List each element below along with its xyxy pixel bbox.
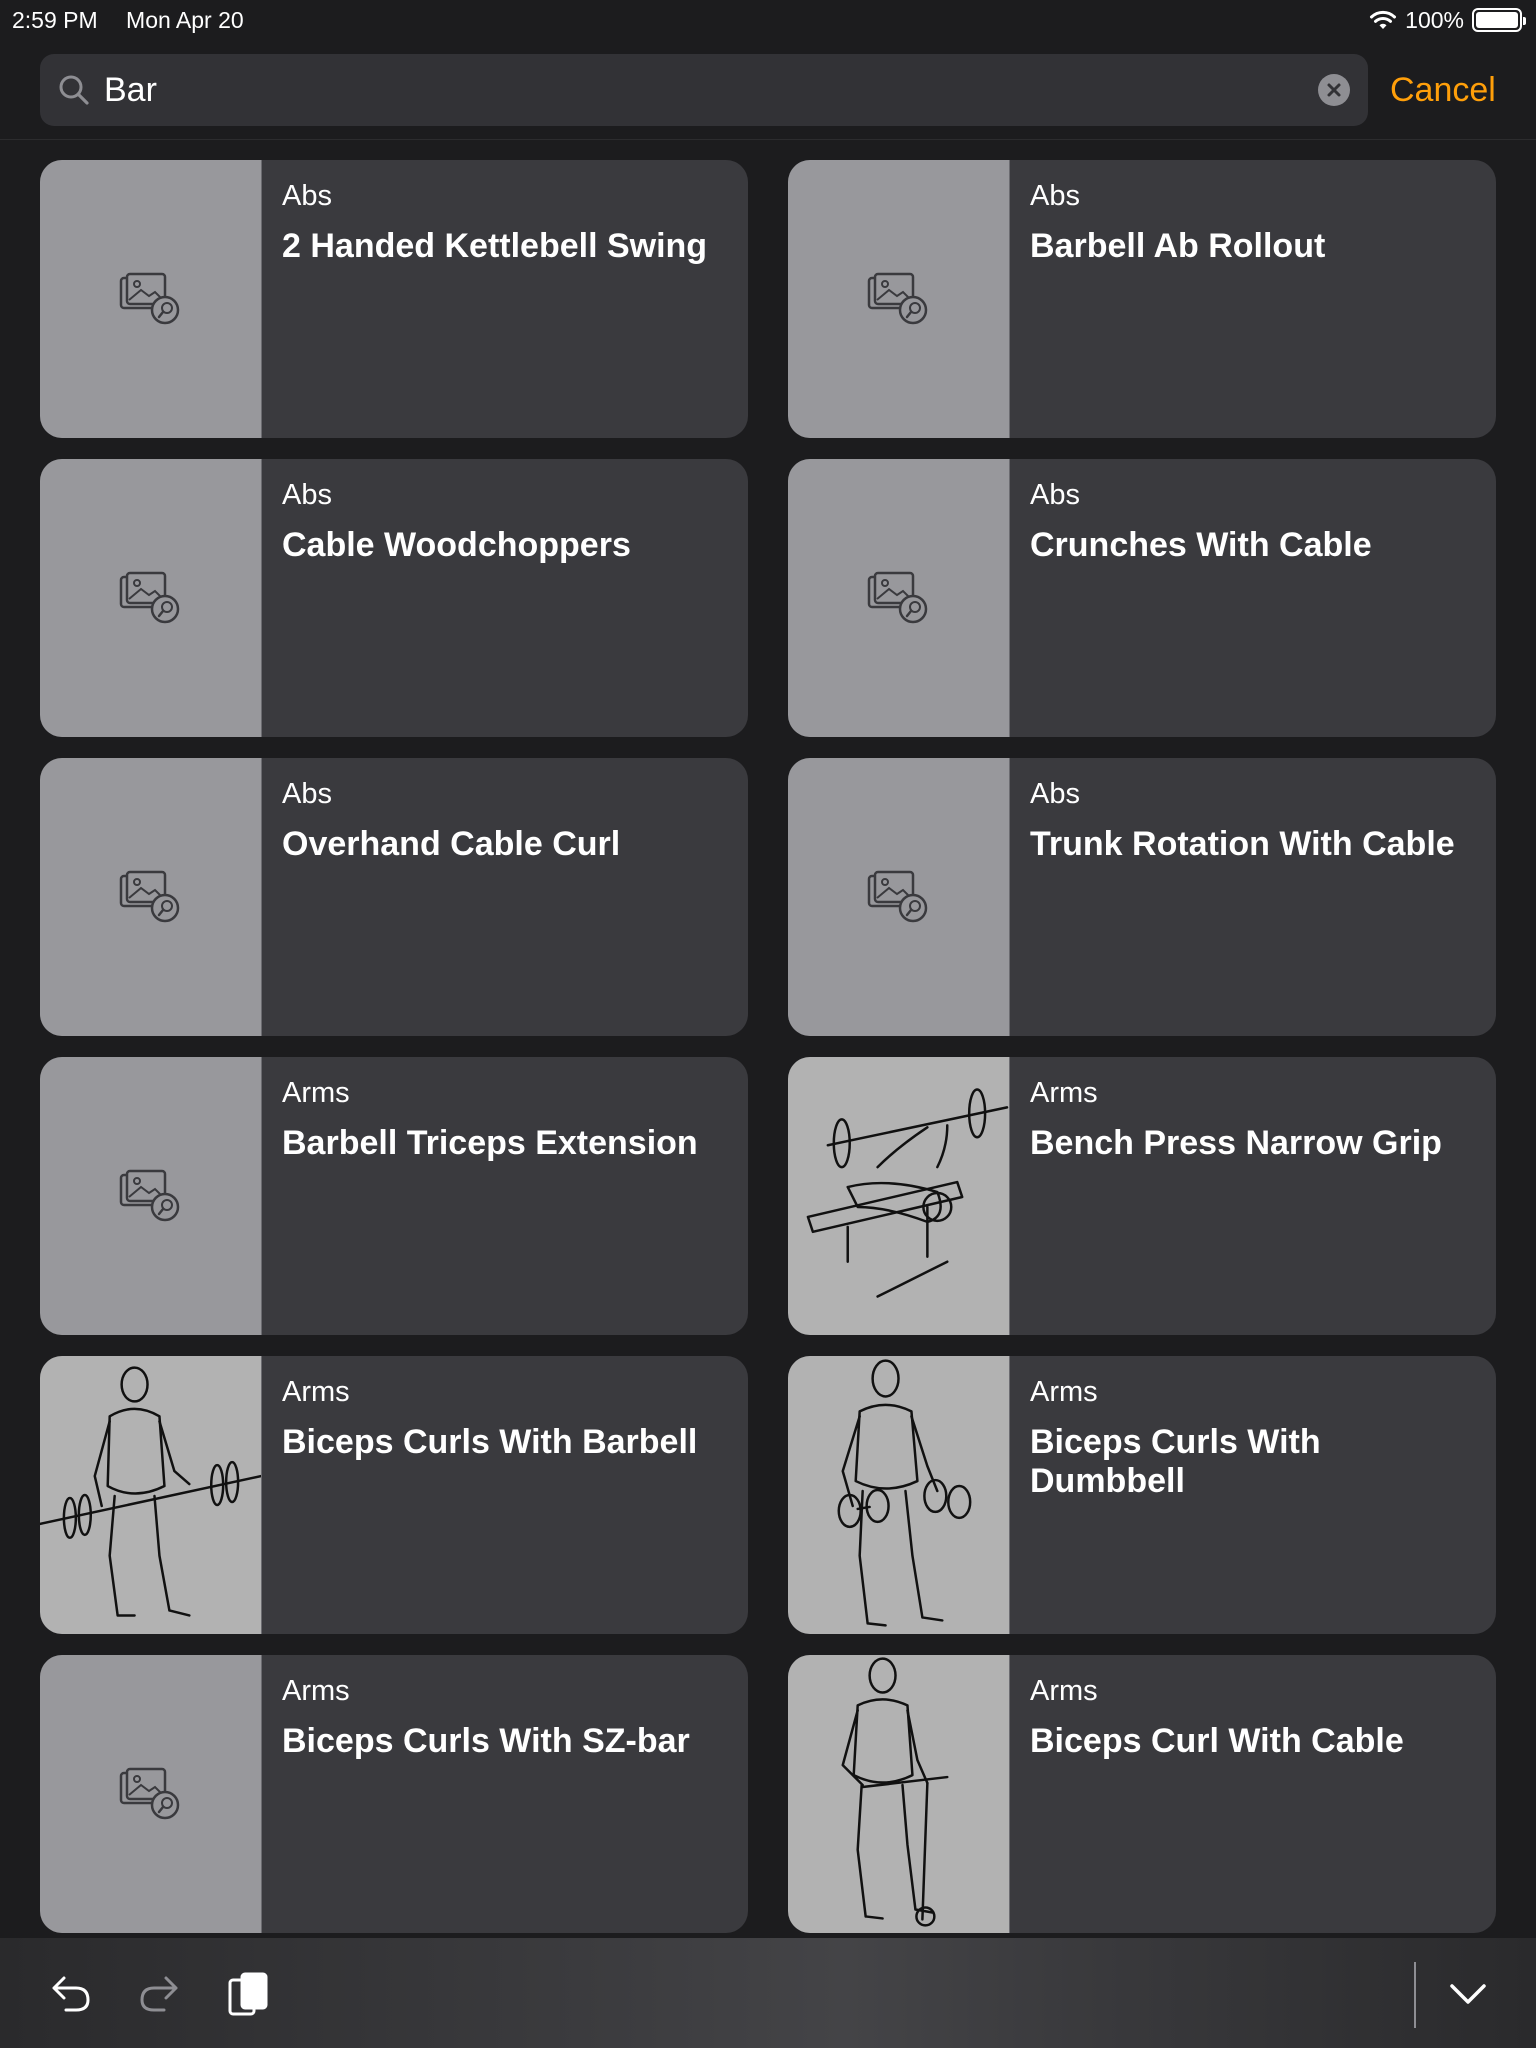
search-icon	[59, 75, 89, 105]
undo-icon	[52, 1976, 90, 2012]
exercise-thumbnail	[40, 160, 262, 438]
paste-button[interactable]	[222, 1968, 274, 2020]
search-input[interactable]	[104, 70, 1318, 110]
redo-icon	[140, 1976, 178, 2012]
status-left: 2:59 PM Mon Apr 20	[12, 7, 266, 34]
results-grid: Abs 2 Handed Kettlebell Swing Abs Barbel…	[40, 160, 1496, 1933]
exercise-thumbnail	[788, 1356, 1010, 1634]
exercise-card[interactable]: Arms Biceps Curl With Cable	[788, 1655, 1496, 1933]
exercise-category: Abs	[282, 778, 332, 810]
exercise-thumbnail	[788, 758, 1010, 1036]
dismiss-keyboard-icon	[1450, 1984, 1486, 2004]
dumbbell-curl-illustration	[837, 1359, 972, 1627]
exercise-title: Biceps Curls With Barbell	[282, 1423, 698, 1461]
battery-icon	[1472, 8, 1526, 32]
search-field[interactable]	[40, 54, 1368, 126]
exercise-category: Abs	[282, 479, 332, 511]
toolbar-divider	[1414, 1962, 1416, 2028]
undo-button[interactable]	[44, 1968, 96, 2020]
battery-fill	[1476, 12, 1518, 28]
placeholder-image-icon	[119, 870, 179, 923]
exercise-title: Cable Woodchoppers	[282, 526, 631, 564]
cancel-button[interactable]: Cancel	[1390, 64, 1496, 116]
exercise-card[interactable]: Abs Crunches With Cable	[788, 459, 1496, 737]
dismiss-keyboard-button[interactable]	[1442, 1968, 1494, 2020]
exercise-card[interactable]: Arms Biceps Curls With Dumbbell	[788, 1356, 1496, 1634]
exercise-info: Abs Barbell Ab Rollout	[1010, 160, 1345, 438]
exercise-card[interactable]: Arms Biceps Curls With Barbell	[40, 1356, 748, 1634]
redo-button[interactable]	[134, 1968, 186, 2020]
exercise-title: Bench Press Narrow Grip	[1030, 1124, 1442, 1162]
exercise-title: Trunk Rotation With Cable	[1030, 825, 1455, 863]
exercise-card[interactable]: Arms Biceps Curls With SZ-bar	[40, 1655, 748, 1933]
exercise-thumbnail	[788, 459, 1010, 737]
battery-percent: 100%	[1405, 6, 1464, 33]
exercise-title: Overhand Cable Curl	[282, 825, 621, 863]
exercise-card[interactable]: Abs Overhand Cable Curl	[40, 758, 748, 1036]
exercise-info: Arms Biceps Curls With Dumbbell	[1010, 1356, 1496, 1634]
exercise-category: Abs	[1030, 479, 1080, 511]
clear-search-button[interactable]	[1318, 74, 1350, 106]
exercise-card[interactable]: Arms Bench Press Narrow Grip	[788, 1057, 1496, 1335]
exercise-thumbnail	[788, 1057, 1010, 1335]
exercise-title: Biceps Curl With Cable	[1030, 1722, 1404, 1760]
placeholder-image-icon	[119, 1767, 179, 1820]
wifi-icon	[1370, 10, 1397, 29]
bench-press-illustration	[806, 1088, 1009, 1298]
exercise-category: Abs	[1030, 778, 1080, 810]
exercise-info: Arms Barbell Triceps Extension	[262, 1057, 718, 1335]
keyboard-toolbar	[0, 1938, 1536, 2048]
status-bar: 2:59 PM Mon Apr 20 100%	[0, 0, 1536, 40]
exercise-category: Arms	[282, 1077, 350, 1109]
exercise-info: Arms Biceps Curls With Barbell	[262, 1356, 717, 1634]
exercise-info: Abs Trunk Rotation With Cable	[1010, 758, 1475, 1036]
exercise-category: Arms	[1030, 1675, 1098, 1707]
paste-icon	[228, 1972, 268, 2016]
exercise-thumbnail	[40, 459, 262, 737]
placeholder-image-icon	[119, 571, 179, 624]
exercise-title: Biceps Curls With Dumbbell	[1030, 1423, 1321, 1500]
exercise-info: Abs Cable Woodchoppers	[262, 459, 651, 737]
exercise-info: Arms Biceps Curl With Cable	[1010, 1655, 1424, 1933]
exercise-info: Abs Crunches With Cable	[1010, 459, 1392, 737]
exercise-card[interactable]: Arms Barbell Triceps Extension	[40, 1057, 748, 1335]
exercise-title: 2 Handed Kettlebell Swing	[282, 227, 708, 265]
exercise-card[interactable]: Abs Cable Woodchoppers	[40, 459, 748, 737]
exercise-info: Abs Overhand Cable Curl	[262, 758, 640, 1036]
exercise-thumbnail	[40, 1356, 262, 1634]
exercise-category: Arms	[282, 1675, 350, 1707]
placeholder-image-icon	[119, 272, 179, 325]
exercise-title: Crunches With Cable	[1030, 526, 1372, 564]
placeholder-image-icon	[867, 272, 927, 325]
exercise-info: Abs 2 Handed Kettlebell Swing	[262, 160, 727, 438]
placeholder-image-icon	[867, 571, 927, 624]
exercise-category: Arms	[1030, 1376, 1098, 1408]
exercise-category: Arms	[282, 1376, 350, 1408]
exercise-title: Barbell Triceps Extension	[282, 1124, 698, 1162]
exercise-thumbnail	[788, 1655, 1010, 1933]
placeholder-image-icon	[119, 1169, 179, 1222]
exercise-card[interactable]: Abs Barbell Ab Rollout	[788, 160, 1496, 438]
exercise-card[interactable]: Abs 2 Handed Kettlebell Swing	[40, 160, 748, 438]
exercise-category: Abs	[1030, 180, 1080, 212]
placeholder-image-icon	[867, 870, 927, 923]
barbell-curl-illustration	[40, 1366, 261, 1617]
cable-curl-illustration	[841, 1657, 949, 1927]
status-date: Mon Apr 20	[126, 6, 244, 33]
search-header: Cancel	[0, 40, 1536, 140]
status-time: 2:59 PM	[12, 6, 98, 33]
status-right: 100%	[1369, 6, 1526, 34]
exercise-thumbnail	[788, 160, 1010, 438]
exercise-thumbnail	[40, 758, 262, 1036]
exercise-info: Arms Bench Press Narrow Grip	[1010, 1057, 1462, 1335]
exercise-category: Abs	[282, 180, 332, 212]
exercise-title: Barbell Ab Rollout	[1030, 227, 1326, 265]
clear-icon	[1327, 83, 1341, 97]
exercise-thumbnail	[40, 1057, 262, 1335]
exercise-category: Arms	[1030, 1077, 1098, 1109]
exercise-card[interactable]: Abs Trunk Rotation With Cable	[788, 758, 1496, 1036]
exercise-thumbnail	[40, 1655, 262, 1933]
exercise-info: Arms Biceps Curls With SZ-bar	[262, 1655, 710, 1933]
exercise-title: Biceps Curls With SZ-bar	[282, 1722, 690, 1760]
